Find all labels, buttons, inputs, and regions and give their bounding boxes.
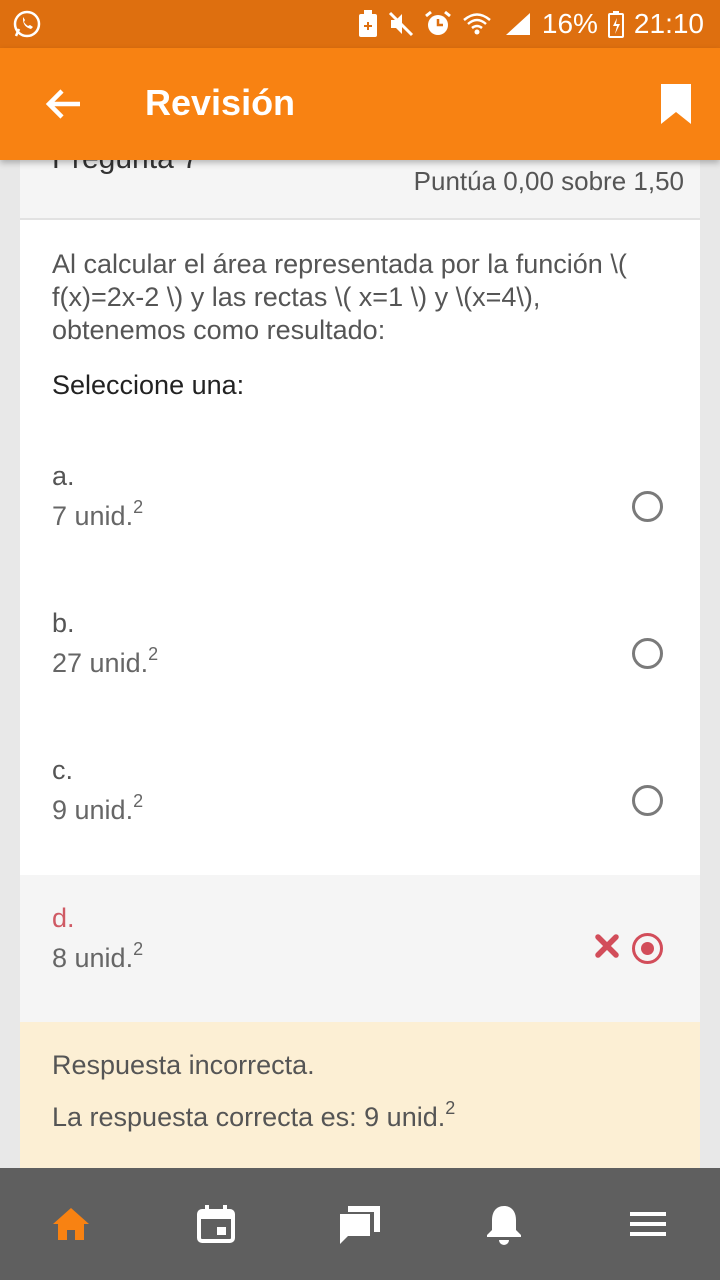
answer-option-a[interactable]: a. 7 unid.2	[20, 433, 700, 580]
question-text: Al calcular el área representada por la …	[52, 249, 627, 345]
option-letter: a.	[52, 461, 75, 491]
battery-charging-icon	[607, 10, 624, 38]
calendar-icon[interactable]	[194, 1202, 238, 1246]
radio-dot	[641, 942, 654, 955]
bookmark-button[interactable]	[658, 84, 694, 124]
radio-button[interactable]	[632, 491, 663, 522]
incorrect-x-icon	[594, 933, 620, 959]
radio-button[interactable]	[632, 785, 663, 816]
messages-icon[interactable]	[338, 1202, 382, 1246]
signal-icon	[502, 11, 532, 37]
feedback-result: Respuesta incorrecta.	[52, 1050, 315, 1080]
arrow-left-icon	[45, 89, 80, 119]
option-value: 9 unid.2	[52, 791, 144, 825]
feedback-correct-answer: La respuesta correcta es: 9 unid.2	[52, 1098, 456, 1132]
battery-saver-icon	[358, 10, 378, 38]
answer-option-c[interactable]: c. 9 unid.2	[20, 727, 700, 874]
whatsapp-icon	[12, 9, 42, 39]
bottom-navigation	[0, 1168, 720, 1280]
radio-button-selected[interactable]	[632, 933, 663, 964]
bookmark-icon	[661, 84, 691, 124]
answer-option-d[interactable]: d. 8 unid.2	[20, 875, 700, 1022]
notifications-icon[interactable]	[482, 1202, 526, 1246]
question-prompt: Seleccione una:	[52, 370, 245, 400]
menu-icon[interactable]	[626, 1202, 670, 1246]
option-value: 8 unid.2	[52, 939, 144, 973]
option-value: 27 unid.2	[52, 644, 159, 678]
question-score: Puntúa 0,00 sobre 1,50	[413, 166, 684, 196]
battery-percent: 16%	[541, 8, 598, 39]
option-letter: b.	[52, 608, 75, 638]
home-icon[interactable]	[49, 1202, 93, 1246]
answer-option-b[interactable]: b. 27 unid.2	[20, 580, 700, 727]
option-value: 7 unid.2	[52, 497, 144, 531]
feedback-box: Respuesta incorrecta. La respuesta corre…	[20, 1022, 700, 1168]
status-bar: 16% 21:10	[0, 0, 720, 48]
app-bar: Revisión	[0, 48, 720, 160]
clock: 21:10	[633, 8, 704, 39]
radio-button[interactable]	[632, 638, 663, 669]
option-letter: d.	[52, 903, 75, 933]
option-letter: c.	[52, 755, 74, 785]
page-title: Revisión	[145, 82, 296, 123]
back-button[interactable]	[40, 80, 88, 128]
alarm-icon	[424, 10, 452, 38]
wifi-icon	[462, 11, 492, 37]
mute-icon	[388, 11, 414, 37]
question-card: Pregunta 7 Puntúa 0,00 sobre 1,50 Al cal…	[20, 120, 700, 1168]
